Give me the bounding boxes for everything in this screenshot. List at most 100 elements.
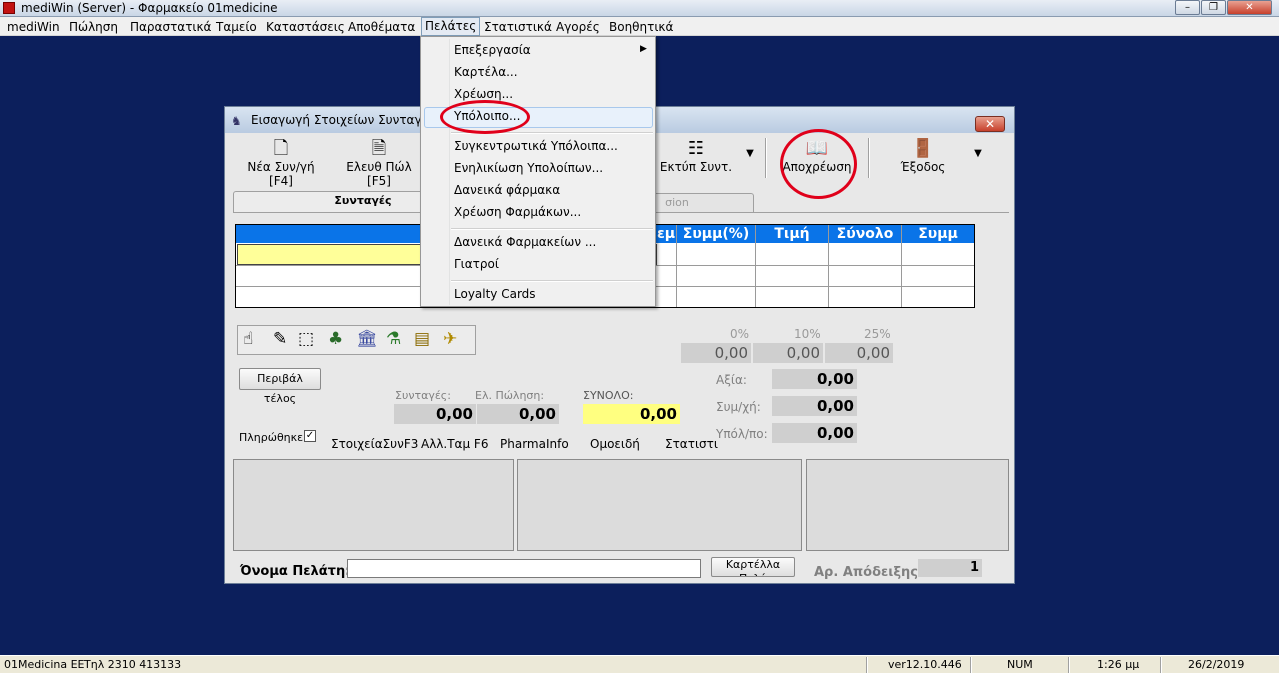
free-sale-total-value: 0,00: [477, 404, 559, 424]
customer-card-button[interactable]: Καρτέλλα Πελά: [711, 557, 795, 577]
grid-header-qty: εμ: [657, 225, 676, 243]
share-label: Συμ/χή:: [716, 400, 761, 414]
menu-item-loaned-pharmacies[interactable]: Δανεικά Φαρμακείων ...: [454, 235, 596, 249]
close-button[interactable]: ✕: [1227, 0, 1272, 15]
status-divider: [1160, 657, 1162, 673]
menu-stock[interactable]: Αποθέματα: [347, 19, 416, 35]
print-dropdown-arrow[interactable]: ▼: [744, 148, 756, 159]
plane-icon[interactable]: ✈: [443, 329, 457, 349]
menu-item-charge[interactable]: Χρέωση...: [454, 87, 513, 101]
status-date: 26/2/2019: [1188, 658, 1245, 671]
menu-item-drug-charge[interactable]: Χρέωση Φαρμάκων...: [454, 205, 581, 219]
balance-amount: 0,00: [772, 423, 857, 443]
env-end-button[interactable]: Περιβάλ τέλος: [239, 368, 321, 405]
document-icon: 🗋: [273, 138, 289, 159]
menu-item-edit[interactable]: Επεξεργασία: [454, 43, 531, 57]
tab-similar[interactable]: Ομοειδή: [590, 437, 640, 451]
toolbar-divider: [868, 138, 870, 178]
menu-separator: [451, 280, 653, 282]
prescriptions-total-value: 0,00: [394, 404, 476, 424]
menu-item-loaned-drugs[interactable]: Δανεικά φάρμακα: [454, 183, 560, 197]
prescriptions-total-label: Συνταγές:: [395, 389, 451, 402]
balance-label: Υπόλ/πο:: [716, 427, 768, 441]
menu-item-card[interactable]: Καρτέλα...: [454, 65, 518, 79]
free-sale-button[interactable]: 🗎 Ελευθ Πώλ [F5]: [334, 138, 424, 188]
receipt-number-label: Αρ. Απόδειξης:: [814, 565, 924, 580]
dialog-title: Εισαγωγή Στοιχείων Συνταγής: [251, 113, 437, 127]
dialog-close-button[interactable]: ✕: [975, 116, 1005, 132]
status-phone: Τηλ 2310 413133: [84, 658, 182, 671]
print-prescription-button[interactable]: ☷ Εκτύπ Συντ.: [656, 138, 736, 174]
exit-label: Έξοδος: [900, 160, 946, 174]
customers-dropdown-menu: Επεξεργασία ▶ Καρτέλα... Χρέωση... Υπόλο…: [420, 36, 656, 307]
flask-icon[interactable]: ⚗: [386, 329, 401, 349]
grid-col-line: [828, 225, 829, 307]
menu-gutter-line: [449, 39, 450, 305]
pct-label-10: 10%: [794, 327, 821, 341]
person-icon[interactable]: ♣: [328, 329, 343, 349]
tab-prescription-details[interactable]: ΣτοιχείαΣυνF3: [331, 437, 418, 451]
paid-label: Πληρώθηκε: [239, 431, 304, 444]
pen-icon[interactable]: ✎: [273, 329, 287, 349]
info-panel-left: [233, 459, 514, 551]
menu-reports[interactable]: Καταστάσεις: [265, 19, 346, 35]
dialog-icon: ♞: [231, 114, 242, 128]
free-sale-total-label: Ελ. Πώληση:: [475, 389, 545, 402]
menu-mediwin[interactable]: mediWin: [6, 19, 61, 35]
app-title: mediWin (Server) - Φαρμακείο 01medicine: [21, 1, 278, 15]
statusbar: 01Medicina ΕΕ Τηλ 2310 413133 ver12.10.4…: [0, 655, 1279, 673]
paid-checkbox[interactable]: ✓: [304, 430, 316, 442]
exit-button[interactable]: 🚪 Έξοδος: [888, 138, 958, 174]
menu-statistics[interactable]: Στατιστικά: [483, 19, 553, 35]
pct-value-25: 0,00: [825, 343, 893, 363]
menu-utilities[interactable]: Βοηθητικά: [608, 19, 674, 35]
menu-documents[interactable]: Παραστατικά: [129, 19, 212, 35]
new-prescription-label: Νέα Συν/γή [F4]: [247, 160, 315, 188]
minimize-button[interactable]: –: [1175, 0, 1200, 15]
grid-header-price: Τιμή: [756, 225, 828, 243]
grand-total-value: 0,00: [583, 404, 680, 424]
select-rect-icon[interactable]: ⬚: [298, 329, 314, 349]
building-icon[interactable]: 🏛: [356, 329, 378, 349]
customer-name-input[interactable]: [347, 559, 701, 578]
status-time: 1:26 μμ: [1097, 658, 1140, 671]
tab-statistics[interactable]: Στατιστι: [665, 437, 718, 451]
customer-name-label: Όνομα Πελάτη:: [240, 564, 351, 579]
info-panel-middle: [517, 459, 802, 551]
pct-value-10: 0,00: [753, 343, 823, 363]
door-exit-icon: 🚪: [911, 138, 935, 159]
menu-purchases[interactable]: Αγορές: [555, 19, 601, 35]
new-prescription-button[interactable]: 🗋 Νέα Συν/γή [F4]: [236, 138, 326, 188]
exit-dropdown-arrow[interactable]: ▼: [972, 148, 984, 159]
share-amount: 0,00: [772, 396, 857, 416]
menu-sale[interactable]: Πώληση: [68, 19, 119, 35]
info-panel-right: [806, 459, 1009, 551]
grid-header-share-pct: Συμμ(%): [677, 225, 755, 243]
menu-item-aging[interactable]: Ενηλικίωση Υπολοίπων...: [454, 161, 603, 175]
status-divider: [970, 657, 972, 673]
printer-list-icon: ☷: [687, 138, 705, 159]
restore-button[interactable]: ❐: [1201, 0, 1226, 15]
status-version: ver12.10.446: [888, 658, 962, 671]
menu-item-aggregate-balances[interactable]: Συγκεντρωτικά Υπόλοιπα...: [454, 139, 618, 153]
status-divider: [1068, 657, 1070, 673]
toolbar-divider: [765, 138, 767, 178]
menu-cashier[interactable]: Ταμείο: [215, 19, 258, 35]
value-label: Αξία:: [716, 373, 747, 387]
status-divider: [866, 657, 868, 673]
hand-pointer-icon[interactable]: ☝: [243, 329, 253, 349]
grid-col-line: [755, 225, 756, 307]
menu-item-loyalty-cards[interactable]: Loyalty Cards: [454, 287, 536, 301]
grand-total-label: ΣΥΝΟΛΟ:: [583, 389, 634, 402]
tab-other-cashier[interactable]: Αλλ.Ταμ F6: [421, 437, 488, 451]
tab-pharmainfo[interactable]: PharmaInfo: [500, 437, 569, 451]
document-icon: 🗎: [371, 138, 387, 159]
receipt-icon[interactable]: ▤: [414, 329, 430, 349]
menu-customers[interactable]: Πελάτες: [421, 17, 481, 36]
grid-header-total: Σύνολο: [829, 225, 901, 243]
submenu-arrow-icon: ▶: [640, 44, 647, 54]
print-label: Εκτύπ Συντ.: [659, 160, 733, 174]
grid-header-share: Συμμ: [902, 225, 974, 243]
menu-item-doctors[interactable]: Γιατροί: [454, 257, 499, 271]
menu-separator: [451, 228, 653, 230]
